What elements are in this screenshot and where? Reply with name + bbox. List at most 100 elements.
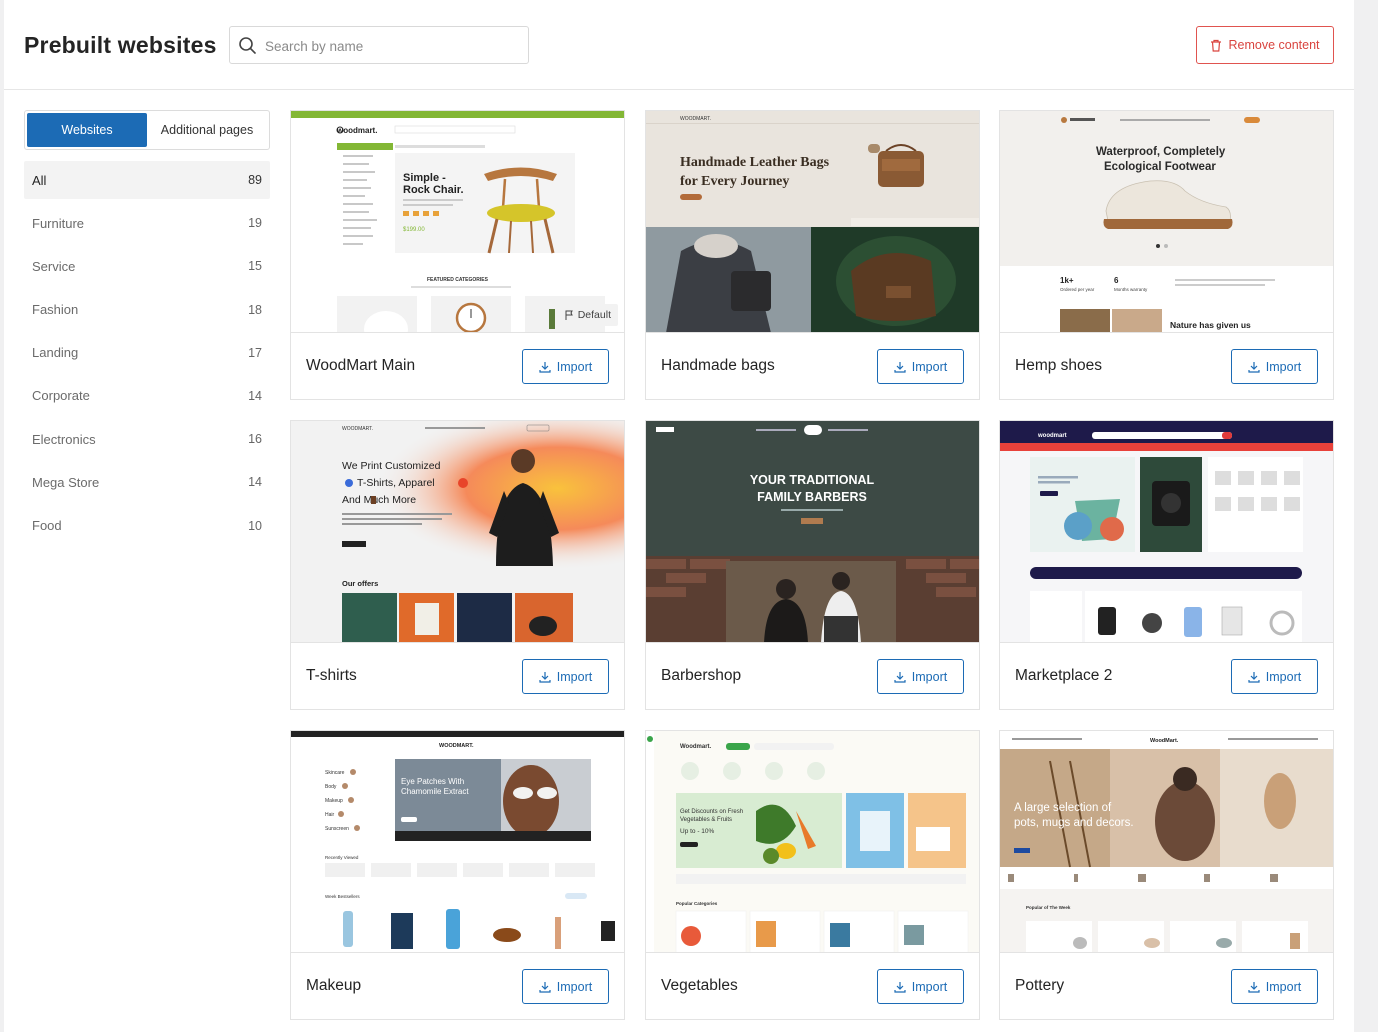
import-label: Import bbox=[556, 359, 593, 374]
search-input[interactable] bbox=[265, 35, 515, 57]
import-label: Import bbox=[911, 669, 948, 684]
website-card-woodmart-main: woodmart. Simple - Rock Chair. $199.00 F… bbox=[290, 110, 625, 400]
import-button[interactable]: Import bbox=[1231, 969, 1318, 1004]
page-title: Prebuilt websites bbox=[24, 32, 217, 58]
preview-thumbnail[interactable]: WOODMART. Skincare Body Makeup Hair Suns… bbox=[291, 731, 624, 953]
thumb-menu-1: Body bbox=[325, 784, 337, 790]
website-card-marketplace-2: woodmart Marketplace 2 Import bbox=[999, 420, 1334, 710]
category-food[interactable]: Food 10 bbox=[24, 507, 270, 545]
category-count: 14 bbox=[248, 388, 262, 403]
thumb-stat-1: 1k+ bbox=[1060, 276, 1074, 285]
thumb-brand: WOODMART. bbox=[680, 116, 711, 122]
website-name: Makeup bbox=[306, 977, 362, 994]
category-label: Service bbox=[32, 258, 76, 274]
website-name: Handmade bags bbox=[661, 357, 775, 374]
import-label: Import bbox=[1265, 359, 1302, 374]
thumb-menu-2: Makeup bbox=[325, 798, 343, 804]
download-icon bbox=[1248, 981, 1260, 993]
thumb-price: $199.00 bbox=[403, 227, 425, 233]
tab-additional-pages[interactable]: Additional pages bbox=[147, 113, 267, 147]
preview-thumbnail[interactable]: Waterproof, Completely Ecological Footwe… bbox=[1000, 111, 1333, 333]
import-button[interactable]: Import bbox=[522, 969, 609, 1004]
preview-thumbnail[interactable]: WoodMart. A large selection of pots, mug… bbox=[1000, 731, 1333, 953]
preview-thumbnail[interactable]: woodmart bbox=[1000, 421, 1333, 643]
category-landing[interactable]: Landing 17 bbox=[24, 334, 270, 372]
thumb-brand: WoodMart. bbox=[1150, 738, 1179, 744]
preview-thumbnail[interactable]: woodmart. Simple - Rock Chair. $199.00 F… bbox=[291, 111, 624, 333]
thumb-footer-text: Nature has given us bbox=[1170, 320, 1251, 330]
thumb-section-1: Recently Viewed bbox=[325, 855, 359, 860]
import-button[interactable]: Import bbox=[522, 349, 609, 384]
header: Prebuilt websites Remove content bbox=[4, 0, 1354, 90]
prebuilt-websites-panel: Prebuilt websites Remove content Website… bbox=[4, 0, 1354, 1032]
category-fashion[interactable]: Fashion 18 bbox=[24, 291, 270, 329]
preview-thumbnail[interactable]: WOODMART. We Print Customized T-Shirts, … bbox=[291, 421, 624, 643]
website-name: Barbershop bbox=[661, 667, 742, 684]
import-label: Import bbox=[1265, 669, 1302, 684]
thumb-headline-1: We Print Customized bbox=[342, 460, 441, 472]
thumb-brand: woodmart bbox=[1037, 433, 1067, 439]
import-button[interactable]: Import bbox=[877, 969, 964, 1004]
category-count: 19 bbox=[248, 216, 262, 231]
thumb-headline-2: pots, mugs and decors. bbox=[1014, 817, 1134, 829]
preview-thumbnail[interactable]: YOUR TRADITIONAL FAMILY BARBERS bbox=[646, 421, 979, 643]
thumb-section-2: Week Bestsellers bbox=[325, 894, 360, 899]
import-label: Import bbox=[556, 669, 593, 684]
thumb-headline-2: Ecological Footwear bbox=[1104, 161, 1216, 173]
category-furniture[interactable]: Furniture 19 bbox=[24, 204, 270, 242]
import-label: Import bbox=[556, 979, 593, 994]
category-count: 10 bbox=[248, 518, 262, 533]
category-list: All 89 Furniture 19 Service 15 Fashion 18 La… bbox=[24, 161, 270, 550]
thumb-headline-2: Rock Chair. bbox=[403, 184, 464, 196]
website-card-hemp-shoes: Waterproof, Completely Ecological Footwe… bbox=[999, 110, 1334, 400]
website-name: T-shirts bbox=[306, 667, 357, 684]
remove-content-button[interactable]: Remove content bbox=[1196, 26, 1334, 64]
thumb-menu-4: Sunscreen bbox=[325, 826, 349, 832]
category-corporate[interactable]: Corporate 14 bbox=[24, 377, 270, 415]
import-button[interactable]: Import bbox=[1231, 349, 1318, 384]
thumb-headline-1: Get Discounts on Fresh bbox=[680, 809, 743, 815]
thumb-menu-3: Hair bbox=[325, 812, 335, 818]
default-badge: Default bbox=[557, 304, 618, 326]
download-icon bbox=[539, 671, 551, 683]
category-label: Fashion bbox=[32, 302, 79, 318]
thumb-section: Popular Categories bbox=[676, 901, 718, 906]
website-name: Vegetables bbox=[661, 977, 738, 994]
thumb-section: Our offers bbox=[342, 579, 378, 588]
default-badge-label: Default bbox=[577, 309, 611, 321]
category-all[interactable]: All 89 bbox=[24, 161, 270, 199]
search-box[interactable] bbox=[229, 26, 529, 64]
website-card-barbershop: YOUR TRADITIONAL FAMILY BARBERS Barbersh… bbox=[645, 420, 980, 710]
category-label: All bbox=[32, 172, 47, 188]
import-label: Import bbox=[911, 979, 948, 994]
thumb-section: FEATURED CATEGORIES bbox=[427, 277, 489, 283]
category-mega-store[interactable]: Mega Store 14 bbox=[24, 463, 270, 501]
flag-icon bbox=[565, 310, 573, 320]
thumb-brand: WOODMART. bbox=[439, 743, 474, 749]
tab-websites[interactable]: Websites bbox=[27, 113, 147, 147]
thumb-headline-2: Vegetables & Fruits bbox=[680, 817, 732, 823]
thumb-brand: WOODMART. bbox=[342, 426, 373, 432]
thumb-menu-0: Skincare bbox=[325, 770, 345, 776]
category-count: 16 bbox=[248, 432, 262, 447]
thumb-promo: Up to - 10% bbox=[680, 828, 715, 835]
website-card-vegetables: Woodmart. Get Discounts on Fresh Vegetab… bbox=[645, 730, 980, 1020]
category-label: Electronics bbox=[32, 431, 96, 447]
category-service[interactable]: Service 15 bbox=[24, 247, 270, 285]
category-electronics[interactable]: Electronics 16 bbox=[24, 420, 270, 458]
import-button[interactable]: Import bbox=[522, 659, 609, 694]
thumb-headline-2: T-Shirts, Apparel bbox=[357, 477, 435, 489]
category-label: Landing bbox=[32, 345, 79, 361]
website-card-pottery: WoodMart. A large selection of pots, mug… bbox=[999, 730, 1334, 1020]
website-name: Hemp shoes bbox=[1015, 357, 1103, 374]
preview-thumbnail[interactable]: Woodmart. Get Discounts on Fresh Vegetab… bbox=[646, 731, 979, 953]
import-label: Import bbox=[1265, 979, 1302, 994]
thumb-headline-1: YOUR TRADITIONAL bbox=[750, 473, 875, 487]
website-name: Pottery bbox=[1015, 977, 1065, 994]
category-count: 14 bbox=[248, 475, 262, 490]
category-count: 17 bbox=[248, 345, 262, 360]
preview-thumbnail[interactable]: WOODMART. Handmade Leather Bags for Ever… bbox=[646, 111, 979, 333]
import-button[interactable]: Import bbox=[877, 659, 964, 694]
import-button[interactable]: Import bbox=[1231, 659, 1318, 694]
import-button[interactable]: Import bbox=[877, 349, 964, 384]
